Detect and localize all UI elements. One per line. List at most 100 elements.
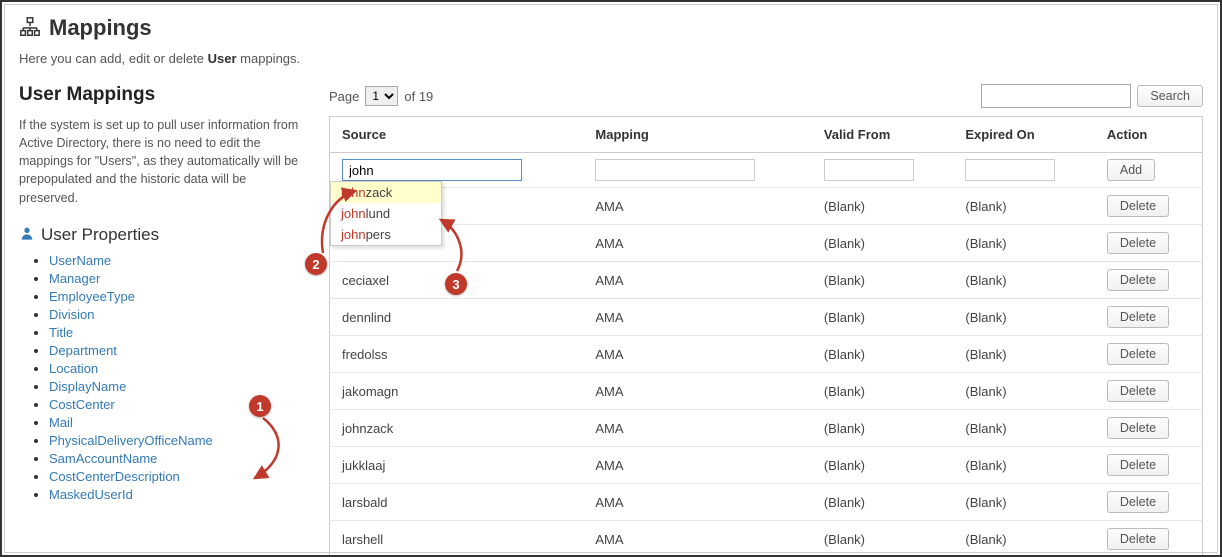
property-link[interactable]: Division bbox=[49, 307, 95, 322]
cell-expired_on: (Blank) bbox=[953, 373, 1095, 410]
cell-mapping: AMA bbox=[583, 484, 811, 521]
search-input[interactable] bbox=[981, 84, 1131, 108]
cell-valid_from: (Blank) bbox=[812, 336, 954, 373]
property-link[interactable]: EmployeeType bbox=[49, 289, 135, 304]
column-header: Source bbox=[330, 117, 584, 153]
column-header: Mapping bbox=[583, 117, 811, 153]
mapping-filter-input[interactable] bbox=[595, 159, 755, 181]
cell-expired_on: (Blank) bbox=[953, 225, 1095, 262]
properties-title: User Properties bbox=[41, 225, 159, 245]
property-item: Division bbox=[49, 307, 299, 322]
property-item: CostCenterDescription bbox=[49, 469, 299, 484]
property-link[interactable]: Location bbox=[49, 361, 98, 376]
delete-button[interactable]: Delete bbox=[1107, 417, 1169, 439]
cell-mapping: AMA bbox=[583, 373, 811, 410]
cell-valid_from: (Blank) bbox=[812, 262, 954, 299]
cell-mapping: AMA bbox=[583, 447, 811, 484]
cell-valid_from: (Blank) bbox=[812, 188, 954, 225]
property-item: PhysicalDeliveryOfficeName bbox=[49, 433, 299, 448]
table-row: jakomagnAMA(Blank)(Blank)Delete bbox=[330, 373, 1203, 410]
cell-expired_on: (Blank) bbox=[953, 410, 1095, 447]
property-link[interactable]: DisplayName bbox=[49, 379, 126, 394]
column-header: Expired On bbox=[953, 117, 1095, 153]
add-button[interactable]: Add bbox=[1107, 159, 1155, 181]
property-link[interactable]: CostCenterDescription bbox=[49, 469, 180, 484]
delete-button[interactable]: Delete bbox=[1107, 306, 1169, 328]
autocomplete-item[interactable]: johnpers bbox=[331, 224, 441, 245]
cell-mapping: AMA bbox=[583, 299, 811, 336]
property-item: Department bbox=[49, 343, 299, 358]
page-description: Here you can add, edit or delete User ma… bbox=[19, 51, 1203, 66]
sidebar-title: User Mappings bbox=[19, 84, 299, 106]
cell-valid_from: (Blank) bbox=[812, 225, 954, 262]
cell-mapping: AMA bbox=[583, 188, 811, 225]
property-link[interactable]: PhysicalDeliveryOfficeName bbox=[49, 433, 213, 448]
autocomplete-item[interactable]: johnlund bbox=[331, 203, 441, 224]
autocomplete-dropdown: johnzackjohnlundjohnpers bbox=[330, 181, 442, 246]
delete-button[interactable]: Delete bbox=[1107, 454, 1169, 476]
cell-expired_on: (Blank) bbox=[953, 336, 1095, 373]
cell-mapping: AMA bbox=[583, 262, 811, 299]
property-link[interactable]: Mail bbox=[49, 415, 73, 430]
table-row: jukklaajAMA(Blank)(Blank)Delete bbox=[330, 447, 1203, 484]
callout-3: 3 bbox=[445, 273, 467, 295]
delete-button[interactable]: Delete bbox=[1107, 269, 1169, 291]
source-filter-input[interactable] bbox=[342, 159, 522, 181]
table-row: AMA(Blank)(Blank)Delete bbox=[330, 188, 1203, 225]
user-icon bbox=[19, 225, 35, 244]
delete-button[interactable]: Delete bbox=[1107, 195, 1169, 217]
cell-source: larsbald bbox=[330, 484, 584, 521]
delete-button[interactable]: Delete bbox=[1107, 491, 1169, 513]
property-item: Location bbox=[49, 361, 299, 376]
cell-expired_on: (Blank) bbox=[953, 447, 1095, 484]
delete-button[interactable]: Delete bbox=[1107, 380, 1169, 402]
page-select[interactable]: 1 bbox=[365, 86, 398, 106]
property-link[interactable]: Department bbox=[49, 343, 117, 358]
page-title: Mappings bbox=[49, 15, 152, 41]
expired-on-filter-input[interactable] bbox=[965, 159, 1055, 181]
page-header: Mappings bbox=[19, 15, 1203, 41]
table-row: dennlindAMA(Blank)(Blank)Delete bbox=[330, 299, 1203, 336]
cell-mapping: AMA bbox=[583, 225, 811, 262]
property-link[interactable]: CostCenter bbox=[49, 397, 115, 412]
properties-list: UserName Manager EmployeeType Division Title… bbox=[19, 253, 299, 502]
property-item: Title bbox=[49, 325, 299, 340]
cell-valid_from: (Blank) bbox=[812, 484, 954, 521]
main-panel: Page 1 of 19 Search SourceMappingValid F… bbox=[329, 84, 1203, 557]
property-item: UserName bbox=[49, 253, 299, 268]
property-item: EmployeeType bbox=[49, 289, 299, 304]
table-row: larshellAMA(Blank)(Blank)Delete bbox=[330, 521, 1203, 557]
property-item: DisplayName bbox=[49, 379, 299, 394]
sidebar: User Mappings If the system is set up to… bbox=[19, 84, 299, 557]
sidebar-explanation: If the system is set up to pull user inf… bbox=[19, 116, 299, 207]
cell-source: jakomagn bbox=[330, 373, 584, 410]
property-link[interactable]: Manager bbox=[49, 271, 100, 286]
cell-valid_from: (Blank) bbox=[812, 299, 954, 336]
valid-from-filter-input[interactable] bbox=[824, 159, 914, 181]
delete-button[interactable]: Delete bbox=[1107, 528, 1169, 550]
callout-1: 1 bbox=[249, 395, 271, 417]
cell-source: jukklaaj bbox=[330, 447, 584, 484]
table-row: larsbaldAMA(Blank)(Blank)Delete bbox=[330, 484, 1203, 521]
cell-valid_from: (Blank) bbox=[812, 521, 954, 557]
cell-mapping: AMA bbox=[583, 410, 811, 447]
cell-valid_from: (Blank) bbox=[812, 447, 954, 484]
cell-source: johnzack bbox=[330, 410, 584, 447]
mappings-table: SourceMappingValid FromExpired OnAction … bbox=[329, 116, 1203, 557]
property-link[interactable]: MaskedUserId bbox=[49, 487, 133, 502]
column-header: Action bbox=[1095, 117, 1203, 153]
filter-row: johnzackjohnlundjohnpers Add bbox=[330, 153, 1203, 188]
property-link[interactable]: Title bbox=[49, 325, 73, 340]
property-link[interactable]: UserName bbox=[49, 253, 111, 268]
property-item: Manager bbox=[49, 271, 299, 286]
property-link[interactable]: SamAccountName bbox=[49, 451, 157, 466]
delete-button[interactable]: Delete bbox=[1107, 343, 1169, 365]
delete-button[interactable]: Delete bbox=[1107, 232, 1169, 254]
search-button[interactable]: Search bbox=[1137, 85, 1203, 107]
cell-valid_from: (Blank) bbox=[812, 373, 954, 410]
cell-source: dennlind bbox=[330, 299, 584, 336]
cell-mapping: AMA bbox=[583, 521, 811, 557]
autocomplete-item[interactable]: johnzack bbox=[331, 182, 441, 203]
column-header: Valid From bbox=[812, 117, 954, 153]
callout-2: 2 bbox=[305, 253, 327, 275]
